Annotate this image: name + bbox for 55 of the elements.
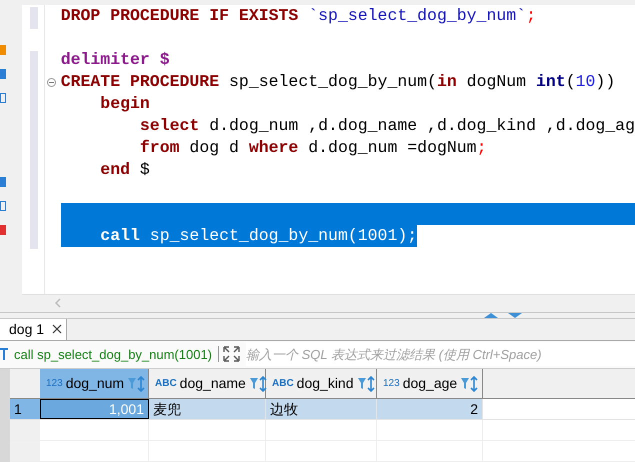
code-token: delimiter $	[60, 48, 170, 71]
column-header[interactable]: ABC dog_kind	[266, 369, 377, 398]
collapse-icon[interactable]	[46, 78, 56, 86]
text-filter-icon[interactable]	[0, 348, 8, 360]
code-token: int	[536, 70, 566, 93]
expand-icon[interactable]	[223, 346, 240, 362]
code-token: begin	[99, 92, 150, 115]
table-cell: 1,001	[40, 399, 149, 419]
code-token: select	[138, 114, 200, 137]
column-name: dog_age	[402, 374, 458, 393]
code-token: dogNum	[466, 70, 528, 93]
filter-sort-icon[interactable]	[248, 376, 267, 392]
code-token: dog d	[188, 136, 240, 159]
table-cell: 2	[377, 399, 483, 419]
toolbar-icon[interactable]	[0, 201, 6, 211]
table-cell: 边牧	[266, 399, 377, 419]
column-header[interactable]: ABC dog_name	[149, 369, 266, 398]
close-icon[interactable]	[52, 324, 62, 334]
column-name: dog_name	[180, 374, 246, 393]
code-token: from	[138, 136, 180, 159]
code-token: ;	[526, 5, 536, 27]
code-token: ;	[476, 136, 486, 159]
filter-sort-icon[interactable]	[356, 376, 374, 392]
toolbar-icon[interactable]	[0, 93, 6, 103]
code-token: in	[436, 70, 457, 93]
column-name: dog_num	[66, 374, 124, 393]
filter-field[interactable]: 输入一个 SQL 表达式来过滤结果 (使用 Ctrl+Space)	[246, 342, 635, 366]
column-name: dog_kind	[296, 374, 354, 393]
code-token: sp_select_dog_by_num(	[229, 70, 437, 93]
code-token: $	[138, 158, 150, 181]
column-type-label: ABC	[155, 377, 177, 391]
result-tab[interactable]: dog 1	[0, 318, 68, 340]
code-token: (	[566, 70, 576, 93]
column-header[interactable]: 123 dog_age	[377, 369, 483, 398]
column-type-label: 123	[383, 377, 400, 391]
code-token: `sp_select_dog_by_num`	[308, 5, 526, 27]
column-type-label: 123	[46, 377, 63, 391]
code-token: call	[99, 224, 140, 247]
code-token: d.dog_num =dogNum	[307, 136, 477, 159]
code-token: sp_select_dog_by_num(1001);	[148, 224, 418, 247]
table-cell: 麦兜	[149, 399, 266, 419]
column-header[interactable]: 123 dog_num	[40, 369, 149, 398]
query-text: call sp_select_dog_by_num(1001)	[14, 346, 212, 364]
code-token: CREATE PROCEDURE	[60, 70, 220, 93]
code-token: DROP PROCEDURE IF EXISTS	[60, 5, 300, 27]
code-token: ))	[595, 70, 616, 93]
row-number[interactable]: 1	[10, 399, 40, 419]
code-token: 10	[576, 70, 596, 93]
column-type-label: ABC	[272, 377, 294, 391]
code-token: where	[248, 136, 298, 159]
filter-sort-icon[interactable]	[127, 376, 146, 392]
gutter-marker	[30, 7, 38, 29]
code-token: end	[99, 158, 130, 181]
code-token: d.dog_num ,d.dog_name ,d.dog_kind ,d.dog_ag	[208, 114, 635, 137]
filter-sort-icon[interactable]	[460, 376, 478, 392]
